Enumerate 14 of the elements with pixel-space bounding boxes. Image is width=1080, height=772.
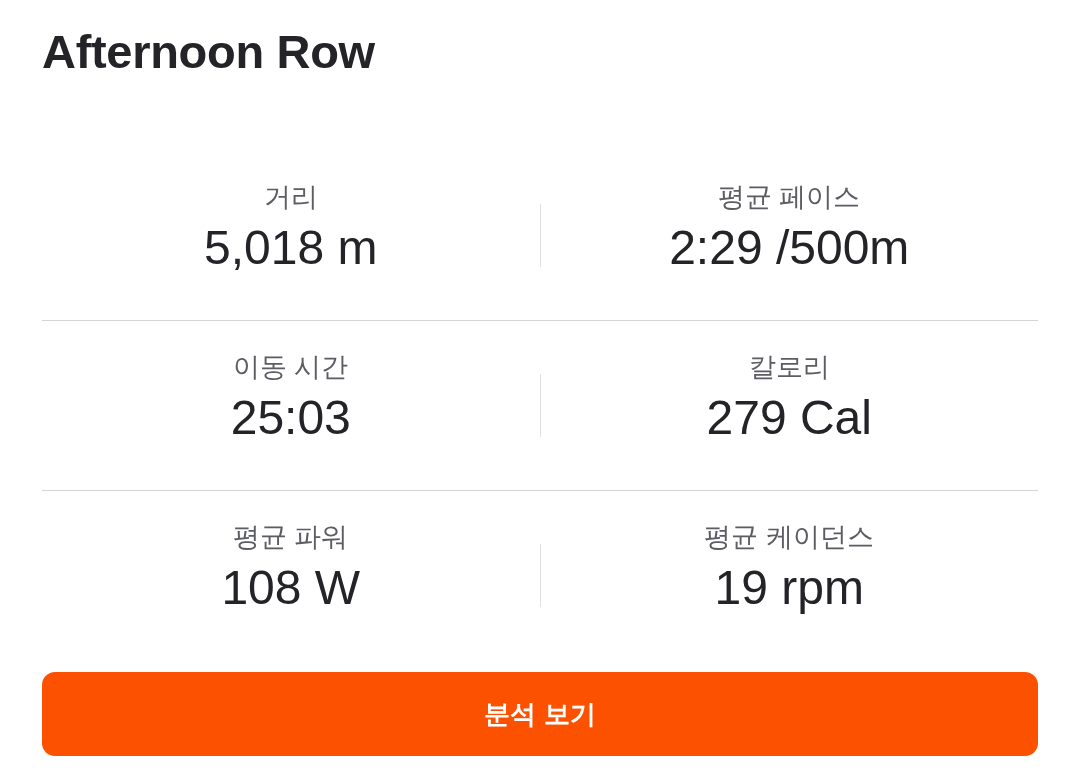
stat-label: 평균 페이스 (718, 180, 861, 214)
stat-label: 칼로리 (748, 350, 830, 384)
stat-value: 108 W (221, 559, 361, 616)
stat-value: 279 Cal (706, 389, 872, 446)
activity-title: Afternoon Row (42, 24, 376, 80)
stat-label: 평균 케이던스 (704, 520, 874, 554)
stat-label: 거리 (263, 180, 318, 214)
stat-label: 평균 파워 (233, 520, 349, 554)
stat-value: 2:29 /500m (669, 219, 910, 276)
stat-value: 25:03 (230, 389, 351, 446)
stat-label: 이동 시간 (233, 350, 349, 384)
stat-value: 19 rpm (714, 559, 864, 616)
view-analysis-button[interactable]: 분석 보기 (42, 672, 1038, 756)
stat-value: 5,018 m (204, 219, 378, 276)
